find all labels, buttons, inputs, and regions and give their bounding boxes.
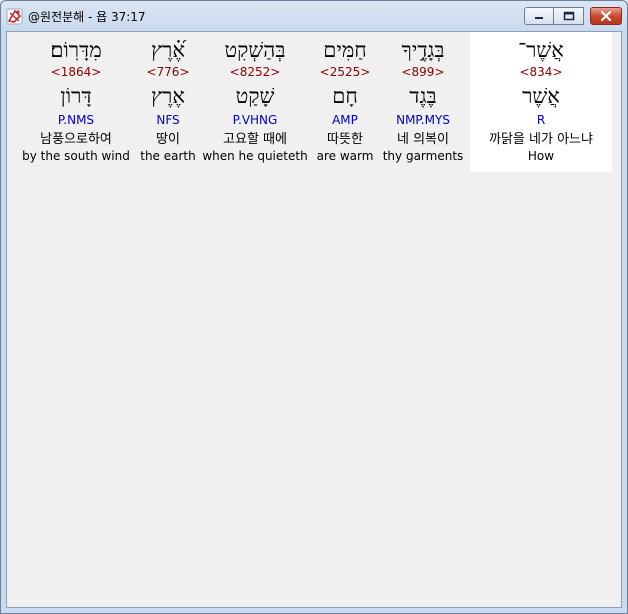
morphology-code: NMP.MYS [396,113,450,127]
app-icon [6,8,23,25]
english-gloss: How [527,149,555,163]
word-columns: מִדָּרֽוֹם׃ <1864> דָּרוֹן P.NMS 남풍으로하여 … [7,32,613,172]
english-gloss: by the south wind [22,149,130,163]
hebrew-root: חָם [332,84,358,108]
morphology-code: P.VHNG [232,113,278,127]
english-gloss: when he quieteth [202,149,308,163]
korean-gloss: 남풍으로하여 [40,132,112,147]
strong-number[interactable]: <2525> [309,65,381,80]
hebrew-word: אֶ֝֗רֶץ [151,38,185,62]
hebrew-word: אֲשֶׁר־ [518,38,564,62]
word-column-selected[interactable]: אֲשֶׁר־ <834> אֲשֶׁר R 까닭을 네가 아느냐 How [470,32,612,172]
hebrew-root: דָּרוֹן [60,84,92,108]
morphology-code: AMP [332,113,358,127]
korean-gloss: 땅이 [156,132,180,147]
close-icon [600,11,612,21]
strong-number[interactable]: <834> [470,65,612,80]
hebrew-word: מִדָּרֽוֹם׃ [50,38,102,62]
minimize-icon [535,17,543,19]
strong-number[interactable]: <899> [381,65,465,80]
minimize-button[interactable] [524,7,554,25]
hebrew-word: בְּגָדֶ֣יךָ [401,38,445,62]
window-title: @원전분해 - 욥 37:17 [28,10,146,24]
morphology-code: R [536,113,546,127]
hebrew-root: אֶרֶץ [151,84,185,108]
korean-gloss: 고요할 때에 [223,132,287,147]
english-gloss: the earth [140,149,196,163]
close-button[interactable] [590,7,622,25]
strong-number[interactable]: <776> [135,65,201,80]
hebrew-word: חַמִּים [323,38,367,62]
app-window: @원전분해 - 욥 37:17 מִדָּרֽוֹם׃ <1864> דָּרו… [0,0,628,614]
interlinear-panel: מִדָּרֽוֹם׃ <1864> דָּרוֹן P.NMS 남풍으로하여 … [6,31,622,608]
word-column[interactable]: בְּהַשְׁקִט <8252> שָׁקַט P.VHNG 고요할 때에 … [201,32,309,172]
korean-gloss: 네 의복이 [397,132,449,147]
strong-number[interactable]: <8252> [201,65,309,80]
hebrew-word: בְּהַשְׁקִט [224,38,286,62]
maximize-button[interactable] [554,7,584,25]
hebrew-root: אֲשֶׁר [522,84,560,108]
hebrew-root: בֶּגֶד [409,84,437,108]
korean-gloss: 따뜻한 [327,132,363,147]
hebrew-root: שָׁקַט [235,84,275,108]
word-column[interactable]: אֶ֝֗רֶץ <776> אֶרֶץ NFS 땅이 the earth [135,32,201,172]
word-column[interactable]: חַמִּים <2525> חָם AMP 따뜻한 are warm [309,32,381,172]
morphology-code: NFS [156,113,180,127]
word-column[interactable]: בְּגָדֶ֣יךָ <899> בֶּגֶד NMP.MYS 네 의복이 t… [381,32,465,172]
strong-number[interactable]: <1864> [17,65,135,80]
morphology-code: P.NMS [57,113,95,127]
english-gloss: are warm [316,149,374,163]
word-column[interactable]: מִדָּרֽוֹם׃ <1864> דָּרוֹן P.NMS 남풍으로하여 … [17,32,135,172]
english-gloss: thy garments [382,149,464,163]
korean-gloss: 까닭을 네가 아느냐 [489,132,593,147]
title-bar[interactable]: @원전분해 - 욥 37:17 [1,1,627,31]
maximize-icon [563,11,574,21]
